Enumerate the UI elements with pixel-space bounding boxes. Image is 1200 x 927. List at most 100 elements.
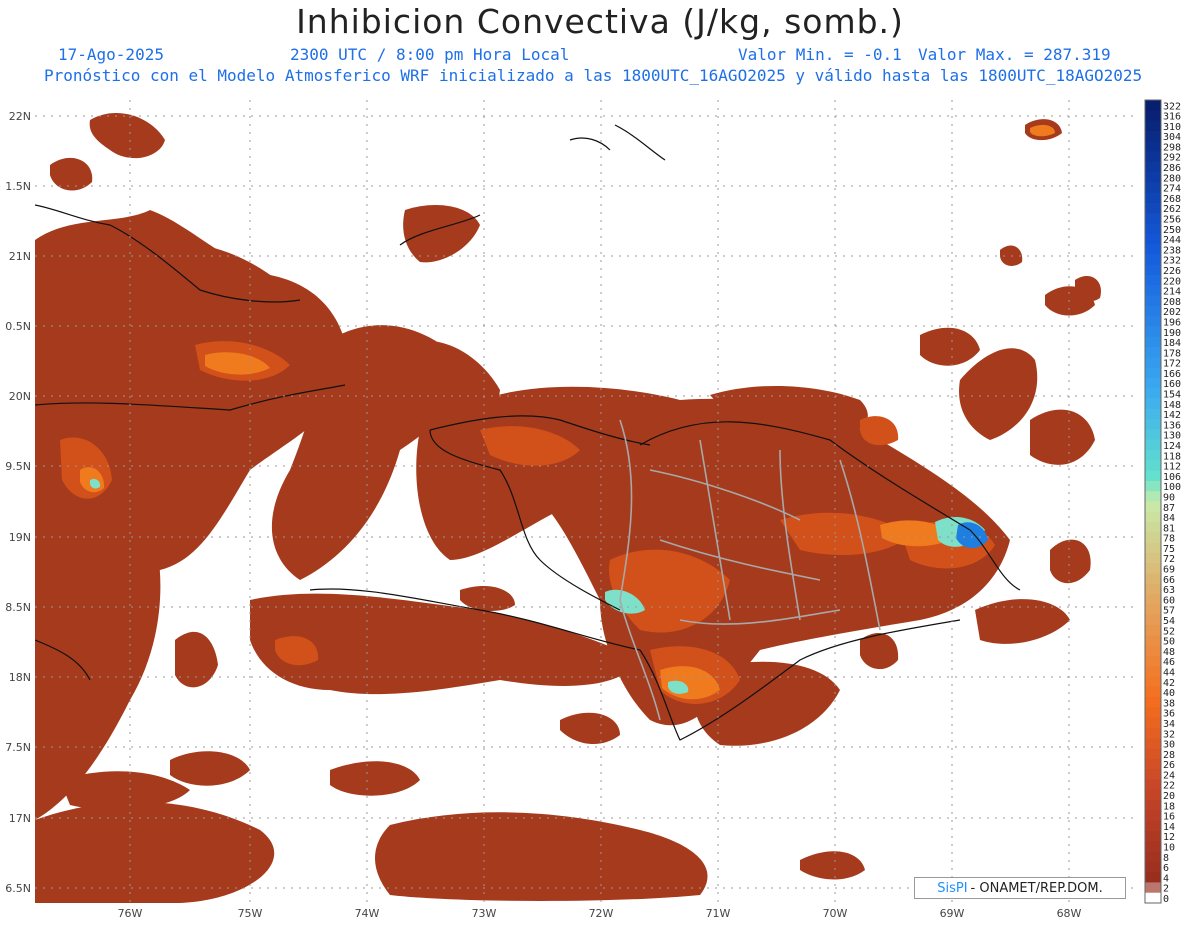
colorbar-swatch <box>1145 439 1161 451</box>
colorbar-swatch <box>1145 460 1161 472</box>
colorbar-swatch <box>1145 532 1161 544</box>
lon-label: 76W <box>118 907 143 920</box>
colorbar-swatch <box>1145 202 1161 214</box>
lat-label: 1.5N <box>5 180 31 193</box>
colorbar-swatch <box>1145 141 1161 152</box>
colorbar-swatch <box>1145 779 1161 791</box>
colorbar-swatch <box>1145 110 1161 121</box>
lat-label: 17N <box>9 812 31 825</box>
colorbar-swatch <box>1145 542 1161 554</box>
colorbar-swatch <box>1145 676 1161 688</box>
colorbar-swatch <box>1145 727 1161 739</box>
lon-label: 68W <box>1057 907 1082 920</box>
colorbar-swatch <box>1145 254 1161 266</box>
lat-label: 9.5N <box>5 460 31 473</box>
lat-label: 22N <box>9 110 31 123</box>
colorbar-swatch <box>1145 388 1161 399</box>
colorbar-swatch <box>1145 861 1161 873</box>
lon-label: 73W <box>472 907 497 920</box>
lat-label: 8.5N <box>5 601 31 614</box>
colorbar-swatch <box>1145 625 1161 636</box>
colorbar-swatch <box>1145 594 1161 605</box>
colorbar-swatch <box>1145 398 1161 410</box>
lon-label: 71W <box>706 907 731 920</box>
colorbar-swatch <box>1145 223 1161 235</box>
colorbar-swatch <box>1145 408 1161 420</box>
colorbar-swatch <box>1145 882 1161 894</box>
colorbar-swatch <box>1145 851 1161 863</box>
lon-axis: 76W 75W 74W 73W 72W 71W 70W 69W 68W <box>118 907 1082 920</box>
colorbar-swatch <box>1145 120 1161 132</box>
colorbar-swatch <box>1145 295 1161 307</box>
colorbar-swatch <box>1145 367 1161 379</box>
colorbar-swatch <box>1145 264 1161 276</box>
colorbar-swatch <box>1145 336 1161 348</box>
lat-label: 0.5N <box>5 320 31 333</box>
colorbar-swatch <box>1145 635 1161 647</box>
colorbar-swatch <box>1145 758 1161 770</box>
colorbar-swatch <box>1145 830 1161 842</box>
colorbar-swatch <box>1145 316 1161 327</box>
colorbar-swatch <box>1145 480 1161 492</box>
colorbar-swatch <box>1145 552 1161 564</box>
colorbar-swatch <box>1145 244 1161 255</box>
colorbar-swatch <box>1145 789 1161 801</box>
colorbar-swatch <box>1145 172 1161 183</box>
colorbar-swatch <box>1145 841 1161 852</box>
colorbar-swatch <box>1145 820 1161 832</box>
colorbar-swatch <box>1145 604 1161 616</box>
colorbar-swatch <box>1145 645 1161 657</box>
colorbar-swatch <box>1145 100 1161 111</box>
colorbar-swatch <box>1145 892 1161 904</box>
colorbar-swatch <box>1145 429 1161 441</box>
colorbar-swatch <box>1145 872 1161 883</box>
colorbar-label: 0 <box>1163 894 1169 905</box>
colorbar-swatch <box>1145 614 1161 626</box>
colorbar-swatch <box>1145 491 1161 502</box>
colorbar: 3223163103042982922862802742682622562502… <box>1144 99 1181 905</box>
colorbar-swatch <box>1145 285 1161 296</box>
colorbar-swatch <box>1145 326 1161 338</box>
colorbar-swatch <box>1145 810 1161 822</box>
colorbar-swatch <box>1145 563 1161 574</box>
lat-label: 7.5N <box>5 741 31 754</box>
colorbar-swatch <box>1145 161 1161 173</box>
colorbar-swatch <box>1145 151 1161 163</box>
colorbar-swatch <box>1145 522 1161 533</box>
lat-label: 18N <box>9 671 31 684</box>
colorbar-swatch <box>1145 182 1161 194</box>
colorbar-swatch <box>1145 501 1161 513</box>
lat-label: 20N <box>9 390 31 403</box>
colorbar-swatch <box>1145 738 1161 749</box>
colorbar-swatch <box>1145 748 1161 760</box>
colorbar-swatch <box>1145 800 1161 811</box>
colorbar-swatch <box>1145 511 1161 523</box>
colorbar-swatch <box>1145 305 1161 317</box>
colorbar-swatch <box>1145 347 1161 358</box>
credit-text: - ONAMET/REP.DOM. <box>970 880 1103 896</box>
colorbar-swatch <box>1145 717 1161 729</box>
sispi-brand: SisPI <box>937 880 968 896</box>
colorbar-swatch <box>1145 419 1161 430</box>
lat-label: 6.5N <box>5 882 31 895</box>
colorbar-swatch <box>1145 707 1161 719</box>
colorbar-swatch <box>1145 130 1161 142</box>
lat-axis: 22N 1.5N 21N 0.5N 20N 9.5N 19N 8.5N 18N … <box>5 110 31 895</box>
cin-map: 22N 1.5N 21N 0.5N 20N 9.5N 19N 8.5N 18N … <box>5 99 1181 920</box>
lon-label: 70W <box>823 907 848 920</box>
colorbar-swatch <box>1145 769 1161 780</box>
lon-label: 69W <box>940 907 965 920</box>
colorbar-swatch <box>1145 470 1161 482</box>
colorbar-swatch <box>1145 450 1161 461</box>
colorbar-swatch <box>1145 583 1161 595</box>
colorbar-swatch <box>1145 666 1161 677</box>
colorbar-swatch <box>1145 655 1161 667</box>
lat-label: 19N <box>9 531 31 544</box>
colorbar-swatch <box>1145 192 1161 204</box>
colorbar-swatch <box>1145 275 1161 286</box>
colorbar-swatch <box>1145 573 1161 585</box>
colorbar-swatch <box>1145 357 1161 369</box>
colorbar-swatch <box>1145 233 1161 245</box>
colorbar-swatch <box>1145 686 1161 698</box>
credit-box: SisPI - ONAMET/REP.DOM. <box>914 877 1126 899</box>
